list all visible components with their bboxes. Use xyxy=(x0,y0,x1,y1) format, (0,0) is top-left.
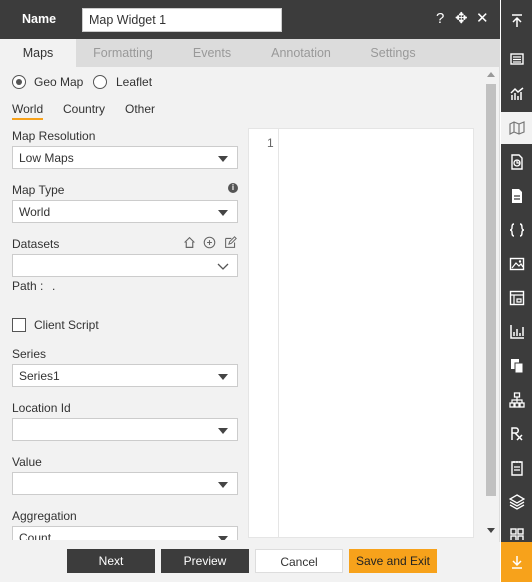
tab-settings[interactable]: Settings xyxy=(348,39,438,67)
editor-gutter: 1 xyxy=(249,129,279,537)
location-id-select[interactable] xyxy=(12,418,238,441)
aggregation-clip: Count xyxy=(0,524,246,540)
save-and-exit-button[interactable]: Save and Exit xyxy=(349,549,437,573)
geo-map-radio[interactable] xyxy=(12,75,26,89)
map-type-value: World xyxy=(19,205,51,219)
location-id-label: Location Id xyxy=(12,401,71,415)
tab-events[interactable]: Events xyxy=(170,39,254,67)
home-icon[interactable] xyxy=(183,236,196,252)
scroll-up-arrow-icon[interactable] xyxy=(487,72,495,77)
bar-chart-icon[interactable] xyxy=(501,316,532,348)
region-tab-other[interactable]: Other xyxy=(125,102,155,116)
client-script-checkbox[interactable] xyxy=(12,318,26,332)
panel-header: Name ? ✥ ✕ xyxy=(0,0,500,39)
caret-down-icon xyxy=(218,428,228,434)
panel-scrollbar[interactable] xyxy=(485,72,497,540)
help-icon[interactable]: ? xyxy=(436,10,444,28)
notepad-icon[interactable] xyxy=(501,452,532,484)
document-chart-icon[interactable] xyxy=(501,146,532,178)
active-tab-underline xyxy=(12,118,43,120)
scroll-thumb[interactable] xyxy=(486,84,496,496)
geo-map-label: Geo Map xyxy=(34,75,84,89)
client-script-editor[interactable]: 1 xyxy=(248,128,474,538)
analytics-chart-icon[interactable] xyxy=(501,78,532,110)
info-icon[interactable]: i xyxy=(228,183,238,193)
layers-icon[interactable] xyxy=(501,486,532,518)
scroll-down-arrow-icon[interactable] xyxy=(487,528,495,533)
list-icon[interactable] xyxy=(501,43,532,75)
code-braces-icon[interactable] xyxy=(501,214,532,246)
widgets-icon[interactable] xyxy=(501,518,532,540)
frame-icon[interactable] xyxy=(501,282,532,314)
line-number: 1 xyxy=(267,136,274,150)
aggregation-select[interactable]: Count xyxy=(12,526,238,540)
map-resolution-label: Map Resolution xyxy=(12,129,96,143)
tab-maps[interactable]: Maps xyxy=(0,39,76,67)
caret-down-icon xyxy=(218,156,228,162)
map-type-select[interactable]: World xyxy=(12,200,238,223)
widget-name-input[interactable] xyxy=(82,8,282,32)
path-value: . xyxy=(52,279,56,293)
aggregation-label: Aggregation xyxy=(12,509,77,523)
map-icon[interactable] xyxy=(501,112,532,144)
map-resolution-select[interactable]: Low Maps xyxy=(12,146,238,169)
value-label: Value xyxy=(12,455,42,469)
leaflet-label: Leaflet xyxy=(116,75,153,89)
aggregation-value: Count xyxy=(19,531,52,540)
move-icon[interactable]: ✥ xyxy=(455,10,468,28)
cancel-button[interactable]: Cancel xyxy=(255,549,343,573)
series-value: Series1 xyxy=(19,369,60,383)
region-tab-world[interactable]: World xyxy=(12,102,43,116)
value-select[interactable] xyxy=(12,472,238,495)
name-label: Name xyxy=(22,12,57,26)
leaflet-radio[interactable] xyxy=(93,75,107,89)
rx-icon[interactable] xyxy=(501,418,532,450)
datasets-select[interactable] xyxy=(12,254,238,277)
client-script-label: Client Script xyxy=(34,318,99,332)
image-icon[interactable] xyxy=(501,248,532,280)
datasets-label: Datasets xyxy=(12,237,60,251)
chevron-down-icon xyxy=(217,260,229,274)
caret-down-icon xyxy=(218,482,228,488)
path-label: Path : xyxy=(12,279,44,293)
right-toolbar xyxy=(501,0,532,582)
series-select[interactable]: Series1 xyxy=(12,364,238,387)
preview-button[interactable]: Preview xyxy=(161,549,249,573)
series-label: Series xyxy=(12,347,47,361)
map-type-label: Map Type xyxy=(12,183,65,197)
caret-down-icon xyxy=(218,374,228,380)
tab-formatting[interactable]: Formatting xyxy=(76,39,170,67)
add-circle-icon[interactable] xyxy=(203,236,216,252)
caret-down-icon xyxy=(218,536,228,540)
panel-footer: Next Preview Cancel Save and Exit xyxy=(0,542,500,582)
properties-panel: Name ? ✥ ✕ Maps Formatting Events Annota… xyxy=(0,0,500,582)
edit-icon[interactable] xyxy=(224,236,237,252)
next-button[interactable]: Next xyxy=(67,549,155,573)
close-icon[interactable]: ✕ xyxy=(476,10,489,28)
tab-bar: Maps Formatting Events Annotation Settin… xyxy=(0,39,500,67)
collapse-up-icon[interactable] xyxy=(501,5,532,37)
hierarchy-icon[interactable] xyxy=(501,384,532,416)
map-resolution-value: Low Maps xyxy=(19,151,74,165)
copy-icon[interactable] xyxy=(501,350,532,382)
region-tab-country[interactable]: Country xyxy=(63,102,105,116)
tab-annotation[interactable]: Annotation xyxy=(254,39,348,67)
file-icon[interactable] xyxy=(501,180,532,212)
collapse-down-icon[interactable] xyxy=(501,542,532,582)
caret-down-icon xyxy=(218,210,228,216)
